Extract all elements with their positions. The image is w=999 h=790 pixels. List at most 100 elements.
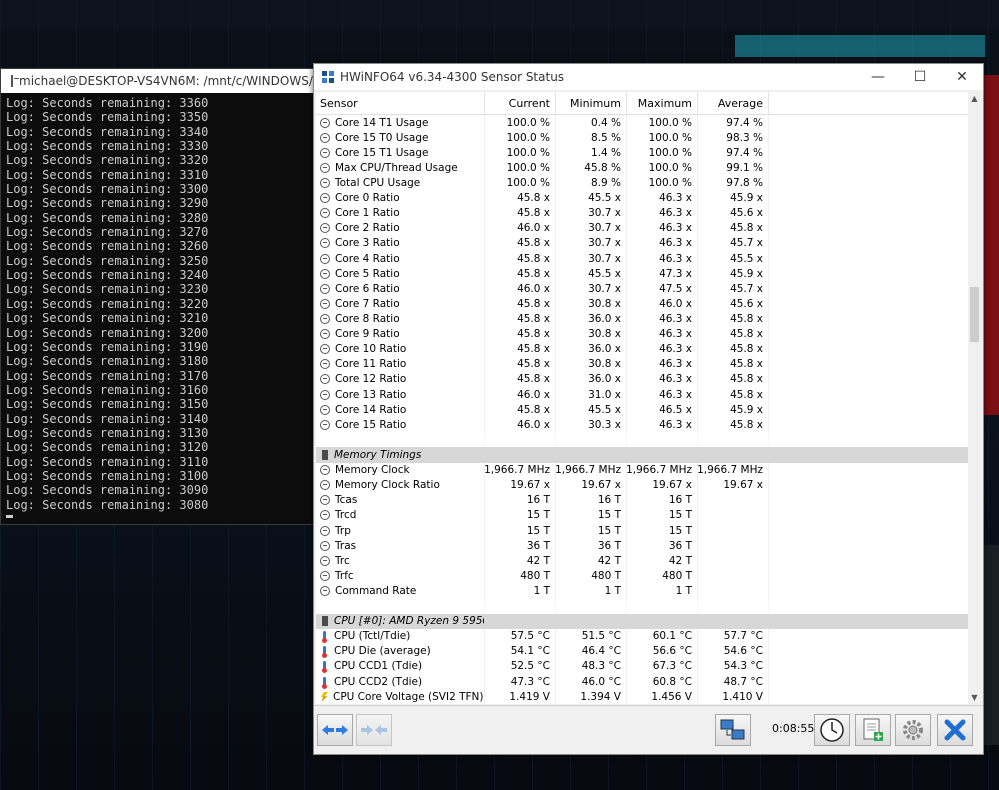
scroll-down-arrow[interactable]: ▼ (968, 691, 981, 704)
exit-button[interactable] (937, 714, 973, 746)
sensor-value-min: 45.5 x (556, 190, 627, 206)
sensor-gauge-icon (320, 510, 330, 521)
sensor-row[interactable]: Memory Clock 1,966.7 MHz 1,966.7 MHz 1,966.… (316, 462, 968, 478)
reset-timer-button[interactable] (814, 714, 850, 746)
sensor-row[interactable]: Core 5 Ratio 45.8 x 45.5 x 47.3 x 45.9 x (316, 266, 968, 282)
sensor-row[interactable]: Core 0 Ratio 45.8 x 45.5 x 46.3 x 45.9 x (316, 190, 968, 206)
column-header-sensor[interactable]: Sensor (316, 92, 485, 114)
scrollbar-thumb[interactable] (970, 287, 979, 342)
sensor-table[interactable]: Sensor Current Minimum Maximum Average C… (316, 92, 968, 704)
sensor-name-cell: CPU CCD1 (Tdie) (316, 658, 485, 675)
sensor-row[interactable]: Core 14 Ratio 45.8 x 45.5 x 46.5 x 45.9 x (316, 402, 968, 418)
voltage-bolt-icon (320, 691, 328, 702)
terminal-window[interactable]: michael@DESKTOP-VS4VN6M: /mnt/c/WINDOWS/… (0, 68, 332, 525)
terminal-line: Log: Seconds remaining: 3350 (6, 110, 209, 125)
sensor-name: CPU [#0]: AMD Ryzen 9 5950X... (334, 615, 484, 628)
sensor-group-header[interactable]: Memory Timings (316, 447, 968, 463)
terminal-line: Log: Seconds remaining: 3290 (6, 196, 209, 211)
sensor-row[interactable]: CPU CCD1 (Tdie) 52.5 °C 48.3 °C 67.3 °C 54.3… (316, 658, 968, 675)
terminal-line: Log: Seconds remaining: 3200 (6, 325, 209, 340)
sensor-row[interactable]: Core 15 T1 Usage 100.0 % 1.4 % 100.0 % 97.4 … (316, 145, 968, 161)
terminal-title-bar[interactable]: michael@DESKTOP-VS4VN6M: /mnt/c/WINDOWS/… (1, 69, 331, 93)
network-icon (720, 719, 745, 740)
sensor-row[interactable]: Core 6 Ratio 46.0 x 30.7 x 47.5 x 45.7 x (316, 281, 968, 297)
sensor-row[interactable]: Core 15 T0 Usage 100.0 % 8.5 % 100.0 % 98.3 … (316, 130, 968, 146)
sensor-row[interactable]: Tcas 16 T 16 T 16 T (316, 492, 968, 508)
minimize-button[interactable]: — (857, 64, 899, 90)
sensor-name: Tcas (335, 494, 358, 507)
sensor-group-header[interactable]: CPU [#0]: AMD Ryzen 9 5950X... (316, 613, 968, 629)
sensor-row[interactable]: Command Rate 1 T1 T1 T (316, 583, 968, 599)
sensor-row[interactable]: Core 12 Ratio 45.8 x 36.0 x 46.3 x 45.8 x (316, 371, 968, 387)
sensor-row[interactable]: Max CPU/Thread Usage 100.0 % 45.8 % 100.0 %… (316, 160, 968, 176)
sensor-value-max: 42 T (627, 553, 698, 569)
sensor-value-min: 45.5 x (556, 266, 627, 282)
sensor-value-max (627, 447, 698, 463)
sensor-row[interactable]: CPU Core Voltage (SVI2 TFN) 1.419 V 1.394 … (316, 689, 968, 704)
sensor-row[interactable]: Core 11 Ratio 45.8 x 30.8 x 46.3 x 45.8 x (316, 356, 968, 372)
sensor-row[interactable]: Trcd 15 T 15 T 15 T (316, 507, 968, 523)
sensor-gauge-icon (320, 268, 330, 279)
sensor-row[interactable]: Core 2 Ratio 46.0 x 30.7 x 46.3 x 45.8 x (316, 220, 968, 236)
sensor-row[interactable]: Core 1 Ratio 45.8 x 30.7 x 46.3 x 45.6 x (316, 205, 968, 221)
sensor-row[interactable]: CPU CCD2 (Tdie) 47.3 °C 46.0 °C 60.8 °C 48.7… (316, 674, 968, 690)
sensor-value-cur: 47.3 °C (485, 674, 556, 690)
memory-chip-icon (322, 449, 328, 460)
sensor-name-cell: CPU Die (average) (316, 643, 485, 659)
navigate-arrows-button[interactable] (317, 714, 353, 746)
sensor-row[interactable]: CPU Die (average) 54.1 °C 46.4 °C 56.6 °C 54… (316, 643, 968, 659)
sensor-value-avg: 1.410 V (698, 689, 769, 704)
sensor-value-cur: 42 T (485, 553, 556, 569)
sensor-row[interactable]: Trp 15 T 15 T 15 T (316, 522, 968, 539)
sensor-row[interactable]: Trfc 480 T 480 T 480 T (316, 568, 968, 584)
hwinfo-title: HWiNFO64 v6.34-4300 Sensor Status (340, 70, 565, 84)
sensor-row[interactable]: Core 13 Ratio 46.0 x 31.0 x 46.3 x 45.8 x (316, 386, 968, 403)
sensor-row[interactable]: Trc 42 T 42 T 42 T (316, 553, 968, 569)
close-button[interactable]: ✕ (941, 64, 983, 90)
column-header-current[interactable]: Current (485, 92, 556, 114)
navigate-arrows-disabled-button[interactable] (356, 714, 392, 746)
hwinfo-title-bar[interactable]: HWiNFO64 v6.34-4300 Sensor Status — ☐ ✕ (314, 64, 983, 90)
sensor-value-cur: 46.0 x (485, 417, 556, 433)
sensor-row[interactable]: Core 9 Ratio 45.8 x 30.8 x 46.3 x 45.8 x (316, 326, 968, 342)
sensor-row[interactable]: Core 8 Ratio 45.8 x 36.0 x 46.3 x 45.8 x (316, 311, 968, 327)
sensor-value-max: 56.6 °C (627, 643, 698, 659)
sensor-name-cell: Memory Timings (316, 447, 485, 463)
sensor-name-cell: Core 15 T0 Usage (316, 130, 485, 146)
sensor-row[interactable]: Core 15 Ratio 46.0 x 30.3 x 46.3 x 45.8 x (316, 417, 968, 433)
sensor-value-min: 1.394 V (556, 689, 627, 704)
sensor-row[interactable]: Memory Clock Ratio 19.67 x 19.67 x 19.67 x1… (316, 477, 968, 493)
sensor-value-min (556, 613, 627, 629)
sensor-row[interactable]: Core 4 Ratio 45.8 x 30.7 x 46.3 x 45.5 x (316, 250, 968, 267)
sensor-name-cell: CPU [#0]: AMD Ryzen 9 5950X... (316, 613, 485, 629)
sensor-row[interactable]: Tras 36 T 36 T 36 T (316, 538, 968, 554)
sensor-name-cell: Total CPU Usage (316, 175, 485, 191)
sensor-value-min: 16 T (556, 492, 627, 508)
sensor-value-avg: 45.5 x (698, 250, 769, 267)
sensor-row[interactable]: CPU (Tctl/Tdie) 57.5 °C 51.5 °C 60.1 °C 57.7… (316, 628, 968, 644)
terminal-output[interactable]: Log: Seconds remaining: 3360 Log: Seconds… (1, 93, 331, 518)
column-header-maximum[interactable]: Maximum (627, 92, 698, 114)
sensor-value-max: 46.0 x (627, 296, 698, 312)
sensor-value-avg: 98.3 % (698, 130, 769, 146)
sensor-value-avg (698, 432, 769, 448)
sensor-value-cur: 45.8 x (485, 250, 556, 267)
scroll-up-arrow[interactable]: ▲ (968, 92, 981, 105)
sensor-name-cell: Core 7 Ratio (316, 296, 485, 312)
settings-button[interactable] (895, 714, 931, 746)
sensor-row[interactable]: Total CPU Usage 100.0 % 8.9 % 100.0 % 97.8 % (316, 175, 968, 191)
network-button[interactable] (715, 714, 751, 746)
column-header-average[interactable]: Average (698, 92, 769, 114)
sensor-value-min (556, 598, 627, 614)
column-header-minimum[interactable]: Minimum (556, 92, 627, 114)
sensor-row[interactable]: Core 7 Ratio 45.8 x 30.8 x 46.0 x 45.6 x (316, 296, 968, 312)
maximize-button[interactable]: ☐ (899, 64, 941, 90)
sensor-row[interactable]: Core 10 Ratio 45.8 x 36.0 x 46.3 x 45.8 x (316, 341, 968, 357)
hwinfo-window[interactable]: HWiNFO64 v6.34-4300 Sensor Status — ☐ ✕ … (313, 63, 984, 755)
sensor-value-cur: 100.0 % (485, 175, 556, 191)
sensor-gauge-icon (320, 208, 330, 219)
vertical-scrollbar[interactable]: ▲ ▼ (968, 92, 981, 704)
logging-button[interactable] (855, 714, 891, 746)
sensor-row[interactable]: Core 3 Ratio 45.8 x 30.7 x 46.3 x 45.7 x (316, 235, 968, 251)
sensor-row[interactable]: Core 14 T1 Usage 100.0 % 0.4 % 100.0 % 97.4 … (316, 115, 968, 131)
